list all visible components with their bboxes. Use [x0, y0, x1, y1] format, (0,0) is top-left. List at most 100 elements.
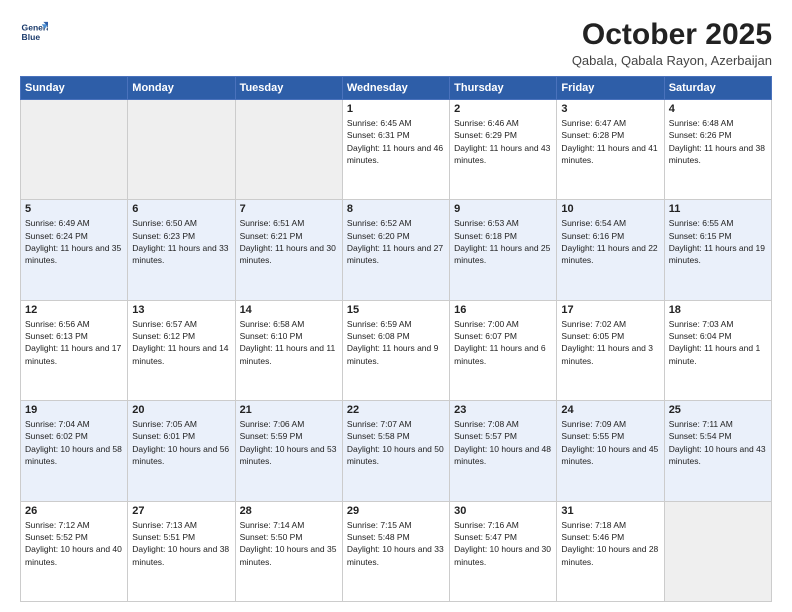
day-info: Sunrise: 6:56 AMSunset: 6:13 PMDaylight:…	[25, 318, 123, 367]
day-cell: 18 Sunrise: 7:03 AMSunset: 6:04 PMDayligh…	[664, 300, 771, 400]
day-number: 2	[454, 103, 552, 115]
weekday-header-row: SundayMondayTuesdayWednesdayThursdayFrid…	[21, 77, 772, 100]
day-cell	[128, 100, 235, 200]
day-cell: 14 Sunrise: 6:58 AMSunset: 6:10 PMDayligh…	[235, 300, 342, 400]
day-cell: 27 Sunrise: 7:13 AMSunset: 5:51 PMDayligh…	[128, 501, 235, 601]
calendar-table: SundayMondayTuesdayWednesdayThursdayFrid…	[20, 76, 772, 602]
day-number: 4	[669, 103, 767, 115]
weekday-header-tuesday: Tuesday	[235, 77, 342, 100]
day-info: Sunrise: 6:46 AMSunset: 6:29 PMDaylight:…	[454, 117, 552, 166]
day-number: 6	[132, 203, 230, 215]
day-info: Sunrise: 7:02 AMSunset: 6:05 PMDaylight:…	[561, 318, 659, 367]
week-row-4: 19 Sunrise: 7:04 AMSunset: 6:02 PMDayligh…	[21, 401, 772, 501]
day-number: 25	[669, 404, 767, 416]
day-number: 12	[25, 304, 123, 316]
month-title: October 2025	[572, 18, 772, 51]
day-info: Sunrise: 7:03 AMSunset: 6:04 PMDaylight:…	[669, 318, 767, 367]
day-info: Sunrise: 7:12 AMSunset: 5:52 PMDaylight:…	[25, 519, 123, 568]
day-info: Sunrise: 6:59 AMSunset: 6:08 PMDaylight:…	[347, 318, 445, 367]
day-info: Sunrise: 7:08 AMSunset: 5:57 PMDaylight:…	[454, 418, 552, 467]
day-cell: 10 Sunrise: 6:54 AMSunset: 6:16 PMDayligh…	[557, 200, 664, 300]
day-info: Sunrise: 6:54 AMSunset: 6:16 PMDaylight:…	[561, 217, 659, 266]
title-block: October 2025 Qabala, Qabala Rayon, Azerb…	[572, 18, 772, 68]
day-cell: 24 Sunrise: 7:09 AMSunset: 5:55 PMDayligh…	[557, 401, 664, 501]
day-cell: 31 Sunrise: 7:18 AMSunset: 5:46 PMDayligh…	[557, 501, 664, 601]
day-info: Sunrise: 7:18 AMSunset: 5:46 PMDaylight:…	[561, 519, 659, 568]
day-info: Sunrise: 6:57 AMSunset: 6:12 PMDaylight:…	[132, 318, 230, 367]
day-cell: 28 Sunrise: 7:14 AMSunset: 5:50 PMDayligh…	[235, 501, 342, 601]
week-row-3: 12 Sunrise: 6:56 AMSunset: 6:13 PMDayligh…	[21, 300, 772, 400]
day-cell	[21, 100, 128, 200]
day-number: 29	[347, 505, 445, 517]
day-info: Sunrise: 7:09 AMSunset: 5:55 PMDaylight:…	[561, 418, 659, 467]
day-cell: 8 Sunrise: 6:52 AMSunset: 6:20 PMDaylight…	[342, 200, 449, 300]
day-number: 10	[561, 203, 659, 215]
day-cell	[664, 501, 771, 601]
day-cell: 20 Sunrise: 7:05 AMSunset: 6:01 PMDayligh…	[128, 401, 235, 501]
weekday-header-sunday: Sunday	[21, 77, 128, 100]
day-number: 9	[454, 203, 552, 215]
weekday-header-monday: Monday	[128, 77, 235, 100]
day-number: 18	[669, 304, 767, 316]
day-info: Sunrise: 7:06 AMSunset: 5:59 PMDaylight:…	[240, 418, 338, 467]
day-number: 13	[132, 304, 230, 316]
day-info: Sunrise: 6:51 AMSunset: 6:21 PMDaylight:…	[240, 217, 338, 266]
day-cell: 1 Sunrise: 6:45 AMSunset: 6:31 PMDaylight…	[342, 100, 449, 200]
day-info: Sunrise: 7:13 AMSunset: 5:51 PMDaylight:…	[132, 519, 230, 568]
day-cell: 3Sunrise: 6:47 AMSunset: 6:28 PMDaylight…	[557, 100, 664, 200]
day-info: Sunrise: 7:05 AMSunset: 6:01 PMDaylight:…	[132, 418, 230, 467]
day-cell: 29Sunrise: 7:15 AMSunset: 5:48 PMDayligh…	[342, 501, 449, 601]
day-number: 23	[454, 404, 552, 416]
day-cell: 30 Sunrise: 7:16 AMSunset: 5:47 PMDayligh…	[450, 501, 557, 601]
day-info: Sunrise: 6:58 AMSunset: 6:10 PMDaylight:…	[240, 318, 338, 367]
weekday-header-friday: Friday	[557, 77, 664, 100]
day-cell: 15 Sunrise: 6:59 AMSunset: 6:08 PMDayligh…	[342, 300, 449, 400]
day-number: 1	[347, 103, 445, 115]
weekday-header-thursday: Thursday	[450, 77, 557, 100]
day-number: 28	[240, 505, 338, 517]
day-number: 19	[25, 404, 123, 416]
day-cell: 6 Sunrise: 6:50 AMSunset: 6:23 PMDaylight…	[128, 200, 235, 300]
day-cell: 2 Sunrise: 6:46 AMSunset: 6:29 PMDaylight…	[450, 100, 557, 200]
day-number: 31	[561, 505, 659, 517]
day-number: 8	[347, 203, 445, 215]
day-info: Sunrise: 6:49 AMSunset: 6:24 PMDaylight:…	[25, 217, 123, 266]
week-row-5: 26Sunrise: 7:12 AMSunset: 5:52 PMDayligh…	[21, 501, 772, 601]
day-cell: 11 Sunrise: 6:55 AMSunset: 6:15 PMDayligh…	[664, 200, 771, 300]
day-number: 14	[240, 304, 338, 316]
day-cell: 21 Sunrise: 7:06 AMSunset: 5:59 PMDayligh…	[235, 401, 342, 501]
day-number: 30	[454, 505, 552, 517]
day-info: Sunrise: 7:07 AMSunset: 5:58 PMDaylight:…	[347, 418, 445, 467]
day-info: Sunrise: 7:16 AMSunset: 5:47 PMDaylight:…	[454, 519, 552, 568]
day-info: Sunrise: 7:11 AMSunset: 5:54 PMDaylight:…	[669, 418, 767, 467]
day-info: Sunrise: 7:14 AMSunset: 5:50 PMDaylight:…	[240, 519, 338, 568]
weekday-header-saturday: Saturday	[664, 77, 771, 100]
day-info: Sunrise: 6:52 AMSunset: 6:20 PMDaylight:…	[347, 217, 445, 266]
day-cell: 25 Sunrise: 7:11 AMSunset: 5:54 PMDayligh…	[664, 401, 771, 501]
week-row-2: 5Sunrise: 6:49 AMSunset: 6:24 PMDaylight…	[21, 200, 772, 300]
day-info: Sunrise: 6:47 AMSunset: 6:28 PMDaylight:…	[561, 117, 659, 166]
day-cell: 23 Sunrise: 7:08 AMSunset: 5:57 PMDayligh…	[450, 401, 557, 501]
day-cell: 13 Sunrise: 6:57 AMSunset: 6:12 PMDayligh…	[128, 300, 235, 400]
location: Qabala, Qabala Rayon, Azerbaijan	[572, 53, 772, 68]
day-info: Sunrise: 6:53 AMSunset: 6:18 PMDaylight:…	[454, 217, 552, 266]
day-cell: 26Sunrise: 7:12 AMSunset: 5:52 PMDayligh…	[21, 501, 128, 601]
day-info: Sunrise: 6:55 AMSunset: 6:15 PMDaylight:…	[669, 217, 767, 266]
logo: General Blue General Blue	[20, 18, 48, 46]
day-number: 21	[240, 404, 338, 416]
day-info: Sunrise: 7:04 AMSunset: 6:02 PMDaylight:…	[25, 418, 123, 467]
day-number: 11	[669, 203, 767, 215]
page: General Blue General Blue October 2025 Q…	[0, 0, 792, 612]
day-info: Sunrise: 6:50 AMSunset: 6:23 PMDaylight:…	[132, 217, 230, 266]
day-cell: 19 Sunrise: 7:04 AMSunset: 6:02 PMDayligh…	[21, 401, 128, 501]
header: General Blue General Blue October 2025 Q…	[20, 18, 772, 68]
day-number: 20	[132, 404, 230, 416]
day-number: 24	[561, 404, 659, 416]
weekday-header-wednesday: Wednesday	[342, 77, 449, 100]
day-info: Sunrise: 6:45 AMSunset: 6:31 PMDaylight:…	[347, 117, 445, 166]
day-number: 16	[454, 304, 552, 316]
day-cell: 7Sunrise: 6:51 AMSunset: 6:21 PMDaylight…	[235, 200, 342, 300]
day-info: Sunrise: 7:00 AMSunset: 6:07 PMDaylight:…	[454, 318, 552, 367]
day-number: 15	[347, 304, 445, 316]
day-number: 27	[132, 505, 230, 517]
